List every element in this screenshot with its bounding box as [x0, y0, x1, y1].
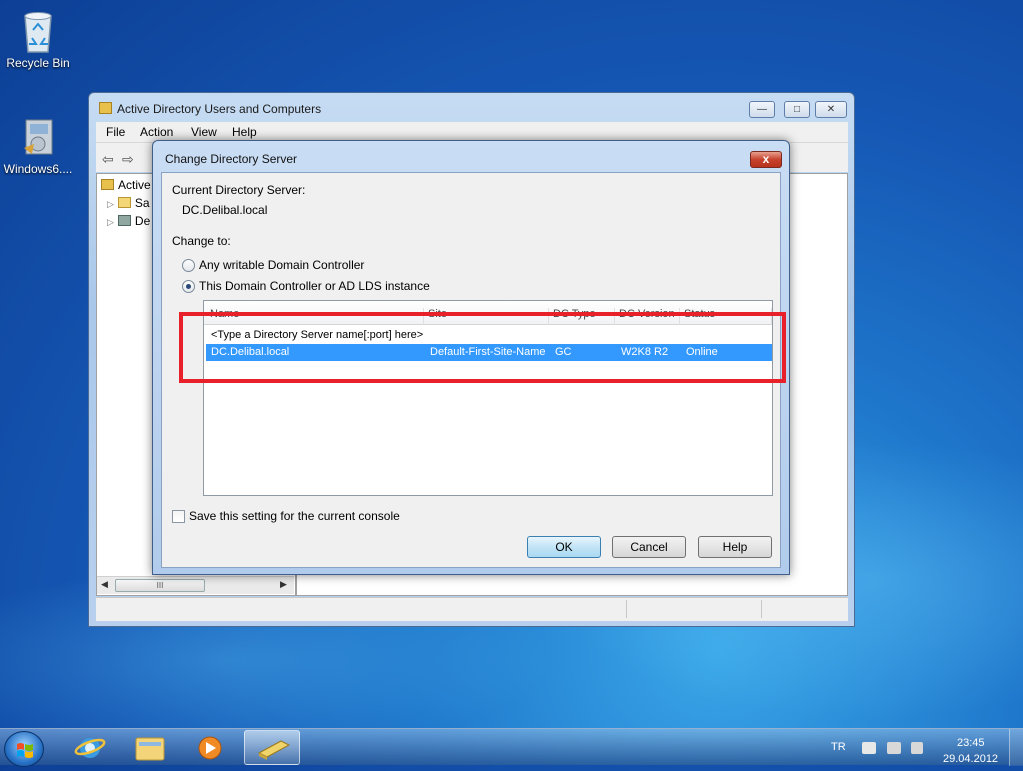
- minimize-button[interactable]: —: [749, 101, 775, 118]
- maximize-button[interactable]: □: [784, 101, 810, 118]
- clock-date[interactable]: 29.04.2012: [943, 753, 998, 765]
- menu-view[interactable]: View: [191, 125, 217, 139]
- menu-help[interactable]: Help: [232, 125, 257, 139]
- snapin-icon: [101, 179, 114, 190]
- forward-arrow-icon[interactable]: ⇨: [122, 151, 134, 168]
- scroll-left-icon[interactable]: ◀: [101, 579, 108, 590]
- tree-item-label: Sa: [134, 196, 150, 210]
- scroll-grip: III: [156, 581, 164, 590]
- window-title: Active Directory Users and Computers: [117, 102, 322, 116]
- language-indicator[interactable]: TR: [831, 741, 846, 753]
- recycle-bin-shortcut[interactable]: Recycle Bin: [0, 8, 76, 70]
- column-header-status[interactable]: Status: [680, 308, 772, 325]
- taskbar-explorer[interactable]: [122, 730, 178, 765]
- volume-icon[interactable]: [911, 742, 923, 754]
- taskbar: TR 23:45 29.04.2012: [0, 728, 1023, 767]
- tree-item-label: De: [134, 214, 151, 228]
- close-window-button[interactable]: ✕: [815, 101, 847, 118]
- radio-any-writable-dc[interactable]: [182, 259, 195, 272]
- change-to-label: Change to:: [172, 234, 231, 248]
- cell-dc-type: GC: [555, 346, 572, 358]
- aduc-icon: [257, 740, 291, 760]
- server-list[interactable]: Name Site DC Type DC Version Status <Typ…: [203, 300, 773, 496]
- dialog-body: Current Directory Server: DC.Delibal.loc…: [161, 172, 781, 568]
- cell-dc-version: W2K8 R2: [621, 346, 669, 358]
- list-row-dc-delibal[interactable]: DC.Delibal.local Default-First-Site-Name…: [206, 344, 772, 361]
- clock-time[interactable]: 23:45: [957, 737, 985, 749]
- internet-explorer-icon: [74, 738, 106, 758]
- show-desktop-button[interactable]: [1009, 729, 1023, 766]
- menu-action[interactable]: Action: [140, 125, 173, 139]
- close-icon: x: [762, 152, 770, 166]
- current-server-label: Current Directory Server:: [172, 183, 306, 197]
- desktop-icon-label: Windows6....: [3, 162, 73, 176]
- cell-status: Online: [686, 346, 718, 358]
- save-setting-checkbox[interactable]: [172, 510, 185, 523]
- folder-icon: [135, 737, 165, 761]
- start-button[interactable]: [4, 731, 44, 767]
- domain-icon: [117, 215, 131, 226]
- back-arrow-icon[interactable]: ⇦: [102, 151, 114, 168]
- taskbar-mmc[interactable]: [244, 730, 300, 765]
- cell-site: Default-First-Site-Name: [430, 346, 546, 358]
- desktop-icon-label: Recycle Bin: [6, 56, 70, 70]
- tree-item-root[interactable]: Active: [101, 178, 151, 192]
- help-button[interactable]: Help: [698, 536, 772, 558]
- cell-name: <Type a Directory Server name[:port] her…: [211, 329, 424, 341]
- dialog-close-button[interactable]: x: [750, 151, 782, 168]
- network-icon[interactable]: [887, 742, 901, 754]
- cancel-button[interactable]: Cancel: [612, 536, 686, 558]
- radio-any-writable-dc-label[interactable]: Any writable Domain Controller: [199, 258, 364, 272]
- taskbar-ie[interactable]: [62, 730, 118, 765]
- windows-installer-shortcut[interactable]: Windows6....: [0, 114, 76, 176]
- current-server-value: DC.Delibal.local: [182, 203, 268, 217]
- column-header-site[interactable]: Site: [424, 308, 549, 325]
- radio-this-dc[interactable]: [182, 280, 195, 293]
- radio-this-dc-label[interactable]: This Domain Controller or AD LDS instanc…: [199, 279, 430, 293]
- action-center-icon[interactable]: [862, 742, 876, 754]
- cell-name: DC.Delibal.local: [211, 346, 290, 358]
- column-header-dc-version[interactable]: DC Version: [615, 308, 680, 325]
- folder-icon: [99, 102, 112, 114]
- ok-button[interactable]: OK: [527, 536, 601, 558]
- horizontal-scrollbar[interactable]: ◀ III ▶: [97, 576, 294, 594]
- windows-logo-icon: [17, 743, 33, 758]
- dialog-title: Change Directory Server: [165, 152, 298, 166]
- change-directory-server-dialog: Change Directory Server x Current Direct…: [152, 140, 790, 575]
- folder-icon: [117, 197, 131, 208]
- list-header: Name Site DC Type DC Version Status: [204, 301, 772, 325]
- taskbar-media-player[interactable]: [182, 730, 238, 765]
- scroll-right-icon[interactable]: ▶: [280, 579, 287, 590]
- scroll-thumb[interactable]: III: [115, 579, 205, 592]
- tree-item-saved-queries[interactable]: ▷ Sa: [107, 196, 150, 210]
- status-bar: [96, 597, 848, 621]
- column-header-dc-type[interactable]: DC Type: [549, 308, 615, 325]
- column-header-name[interactable]: Name: [206, 308, 424, 325]
- menu-file[interactable]: File: [106, 125, 125, 139]
- save-setting-label[interactable]: Save this setting for the current consol…: [189, 509, 400, 523]
- tree-item-domain[interactable]: ▷ De: [107, 214, 150, 228]
- media-player-icon: [198, 736, 222, 760]
- installer-icon: [18, 114, 58, 158]
- recycle-bin-icon: [18, 8, 58, 53]
- menu-bar: File Action View Help: [96, 122, 848, 142]
- list-row-type-server[interactable]: <Type a Directory Server name[:port] her…: [206, 327, 772, 344]
- tree-item-label: Active: [118, 178, 151, 192]
